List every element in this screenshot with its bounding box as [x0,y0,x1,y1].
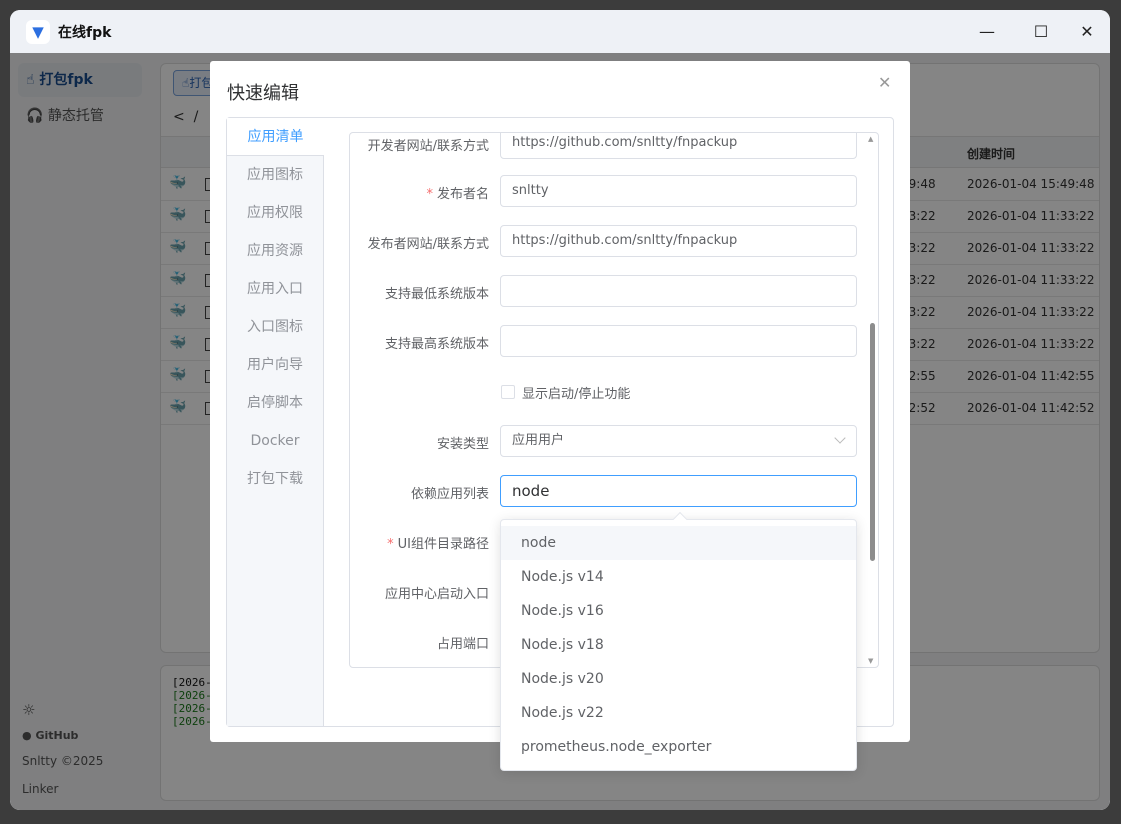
publisher-input[interactable]: snltty [500,175,857,207]
tab-8[interactable]: Docker [227,422,323,460]
form-row-max-os: 支持最高系统版本 [350,325,870,357]
tab-9[interactable]: 打包下载 [227,460,323,498]
dropdown-option[interactable]: prometheus.node_exporter [501,730,856,764]
app-logo-icon: ▼ [26,20,50,44]
scroll-down-arrow[interactable]: ▼ [868,657,873,665]
minimize-button[interactable]: — [975,20,999,44]
deps-input[interactable]: node [500,475,857,507]
dialog-title: 快速编辑 [227,83,299,104]
tab-4[interactable]: 应用入口 [227,270,323,308]
form-row-start-stop: 显示启动/停止功能 [350,375,870,407]
dropdown-option[interactable]: Node.js v14 [501,560,856,594]
close-icon[interactable]: ✕ [878,73,891,92]
tab-1[interactable]: 应用图标 [227,156,323,194]
dropdown-option[interactable]: Node.js v20 [501,662,856,696]
install-type-select[interactable]: 应用用户 [500,425,857,457]
close-window-button[interactable]: ✕ [1075,20,1099,44]
title-bar: ▼ 在线fpk — ☐ ✕ [10,10,1110,53]
form-row-install-type: 安装类型 应用用户 [350,425,870,457]
start-stop-checkbox[interactable] [501,385,515,399]
tab-2[interactable]: 应用权限 [227,194,323,232]
form-scrollbar-thumb[interactable] [870,323,875,561]
form-row-deps: 依赖应用列表 node [350,475,870,507]
dropdown-option[interactable]: Node.js v16 [501,594,856,628]
tab-6[interactable]: 用户向导 [227,346,323,384]
dev-site-input[interactable]: https://github.com/snltty/fnpackup [500,133,857,159]
min-os-input[interactable] [500,275,857,307]
tab-list: 应用清单 应用图标 应用权限 应用资源 应用入口 入口图标 用户向导 启停脚本 Docker 打包… [227,118,324,726]
form-row-dev-site: 开发者网站/联系方式 https://github.com/snltty/fnpa… [350,133,870,159]
tab-5[interactable]: 入口图标 [227,308,323,346]
tab-3[interactable]: 应用资源 [227,232,323,270]
dropdown-option[interactable]: Node.js v22 [501,696,856,730]
deps-autocomplete-dropdown: node Node.js v14 Node.js v16 Node.js v18 Nod… [500,511,857,771]
form-row-publisher: * 发布者名 snltty [350,175,870,207]
tab-0[interactable]: 应用清单 [227,118,324,156]
form-row-publisher-site: 发布者网站/联系方式 https://github.com/snltty/fnpa… [350,225,870,257]
tab-7[interactable]: 启停脚本 [227,384,323,422]
max-os-input[interactable] [500,325,857,357]
chevron-down-icon [834,432,846,444]
dropdown-option[interactable]: node [501,526,856,560]
scroll-up-arrow[interactable]: ▲ [868,135,873,143]
app-title: 在线fpk [58,25,112,41]
maximize-button[interactable]: ☐ [1029,20,1053,44]
form-row-min-os: 支持最低系统版本 [350,275,870,307]
dropdown-option[interactable]: Node.js v18 [501,628,856,662]
publisher-site-input[interactable]: https://github.com/snltty/fnpackup [500,225,857,257]
